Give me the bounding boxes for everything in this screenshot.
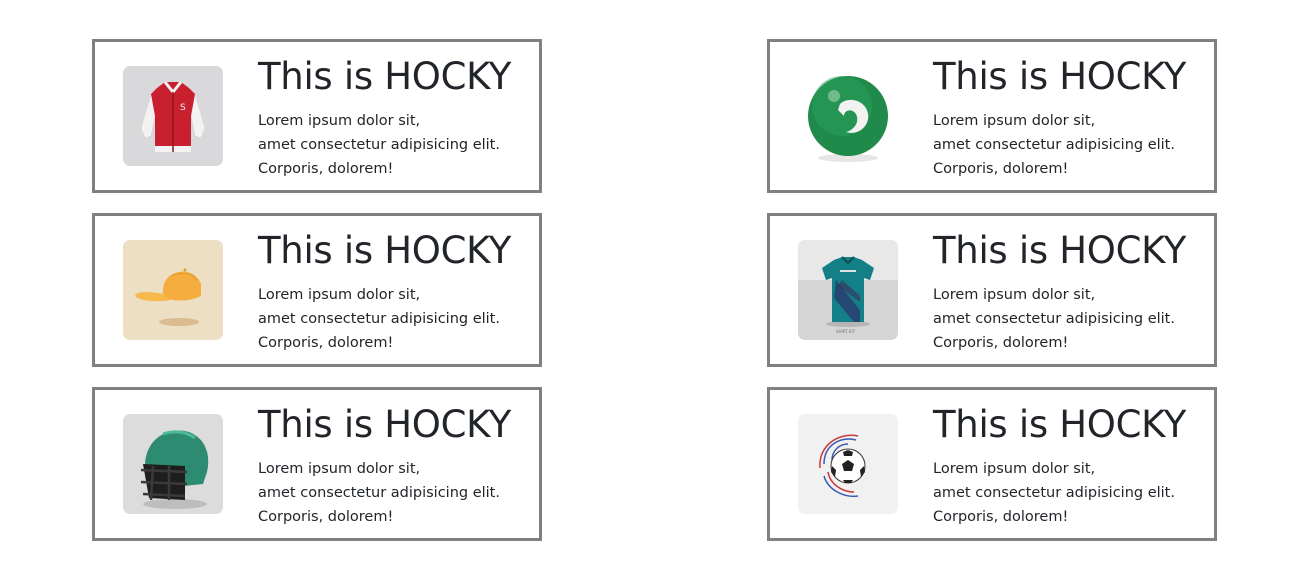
card-title: This is HOCKY <box>933 229 1187 272</box>
teal-jersey-image: SHIRT KIT <box>798 240 898 340</box>
card-description: Lorem ipsum dolor sit, amet consectetur … <box>933 113 1175 177</box>
product-card-helmet: This is HOCKY Lorem ipsum dolor sit, ame… <box>92 387 542 541</box>
card-description: Lorem ipsum dolor sit, amet consectetur … <box>258 287 500 351</box>
card-description: Lorem ipsum dolor sit, amet consectetur … <box>258 113 500 177</box>
card-title: This is HOCKY <box>933 403 1187 446</box>
varsity-jacket-image: S <box>123 66 223 166</box>
svg-text:SHIRT KIT: SHIRT KIT <box>836 329 856 334</box>
card-title: This is HOCKY <box>258 229 512 272</box>
product-card-soccer-ball: This is HOCKY Lorem ipsum dolor sit, ame… <box>767 387 1217 541</box>
product-card-jersey: SHIRT KIT This is HOCKY Lorem ipsum dolo… <box>767 213 1217 367</box>
soccer-ball-image <box>798 414 898 514</box>
yellow-cap-image <box>123 240 223 340</box>
card-title: This is HOCKY <box>933 55 1187 98</box>
green-ball-image <box>798 66 898 166</box>
svg-text:S: S <box>180 103 186 113</box>
football-helmet-image <box>123 414 223 514</box>
card-title: This is HOCKY <box>258 55 512 98</box>
card-title: This is HOCKY <box>258 403 512 446</box>
card-description: Lorem ipsum dolor sit, amet consectetur … <box>258 461 500 525</box>
card-description: Lorem ipsum dolor sit, amet consectetur … <box>933 461 1175 525</box>
product-card-green-ball: This is HOCKY Lorem ipsum dolor sit, ame… <box>767 39 1217 193</box>
card-description: Lorem ipsum dolor sit, amet consectetur … <box>933 287 1175 351</box>
product-card-cap: This is HOCKY Lorem ipsum dolor sit, ame… <box>92 213 542 367</box>
product-card-jacket: S This is HOCKY Lorem ipsum dolor sit, a… <box>92 39 542 193</box>
